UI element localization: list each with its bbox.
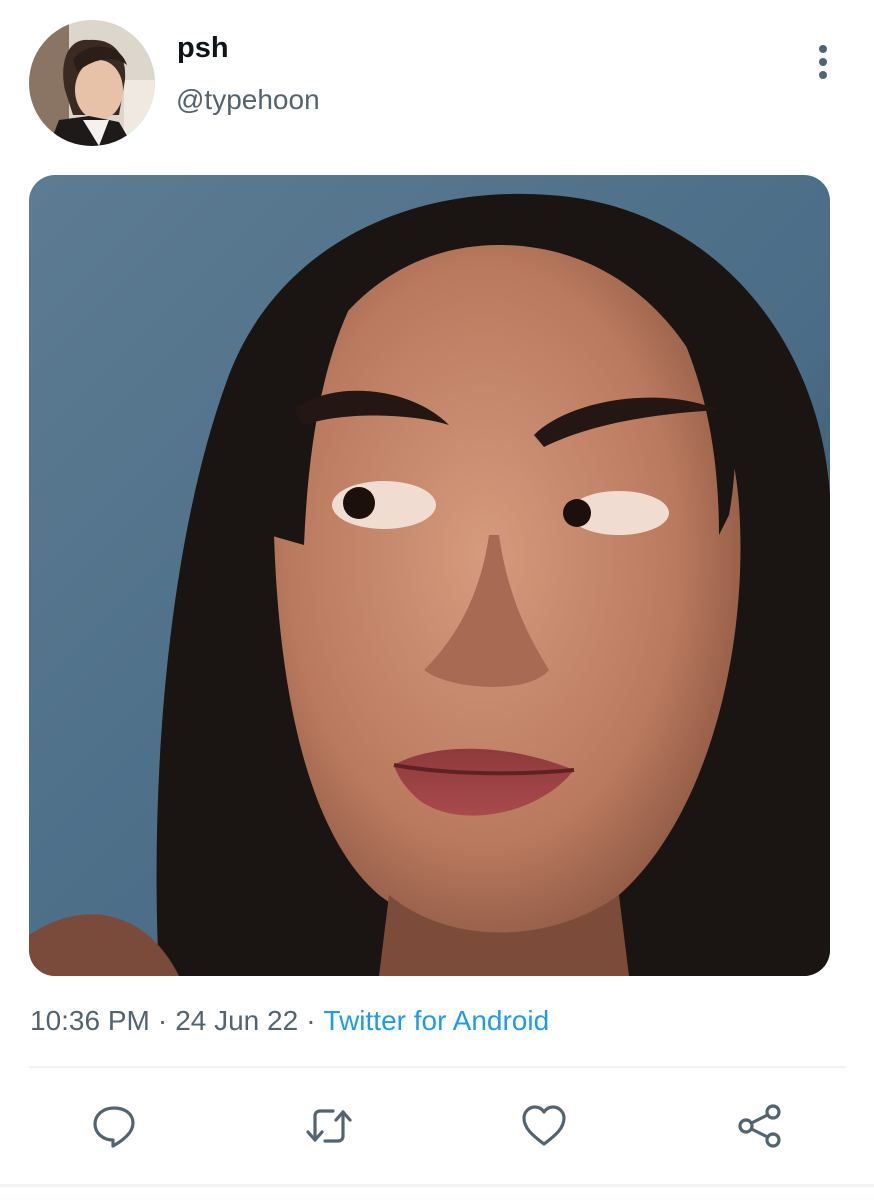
meta-separator-2: · (306, 1005, 316, 1036)
bottom-divider (0, 1184, 874, 1187)
divider (29, 1066, 845, 1068)
share-button[interactable] (734, 1100, 786, 1152)
reply-icon (93, 1106, 135, 1148)
meta-separator: · (157, 1005, 168, 1036)
avatar[interactable] (29, 20, 155, 146)
share-icon (738, 1104, 781, 1148)
tweet-source-link[interactable]: Twitter for Android (324, 1005, 550, 1036)
tweet-meta: 10:36 PM · 24 Jun 22 · Twitter for Android (30, 1003, 549, 1039)
tweet-photo[interactable] (29, 175, 830, 976)
retweet-icon (306, 1109, 352, 1143)
retweet-button[interactable] (303, 1100, 355, 1152)
photo-image (29, 175, 830, 976)
heart-icon (522, 1105, 566, 1146)
more-options-button[interactable] (804, 40, 842, 84)
display-name[interactable]: psh (177, 31, 229, 65)
like-button[interactable] (518, 1100, 570, 1152)
avatar-image (29, 20, 155, 146)
more-vertical-icon (819, 45, 827, 79)
tweet-time[interactable]: 10:36 PM (30, 1005, 150, 1036)
user-handle[interactable]: @typehoon (176, 83, 320, 117)
tweet-date[interactable]: 24 Jun 22 (175, 1005, 298, 1036)
reply-button[interactable] (88, 1100, 140, 1152)
